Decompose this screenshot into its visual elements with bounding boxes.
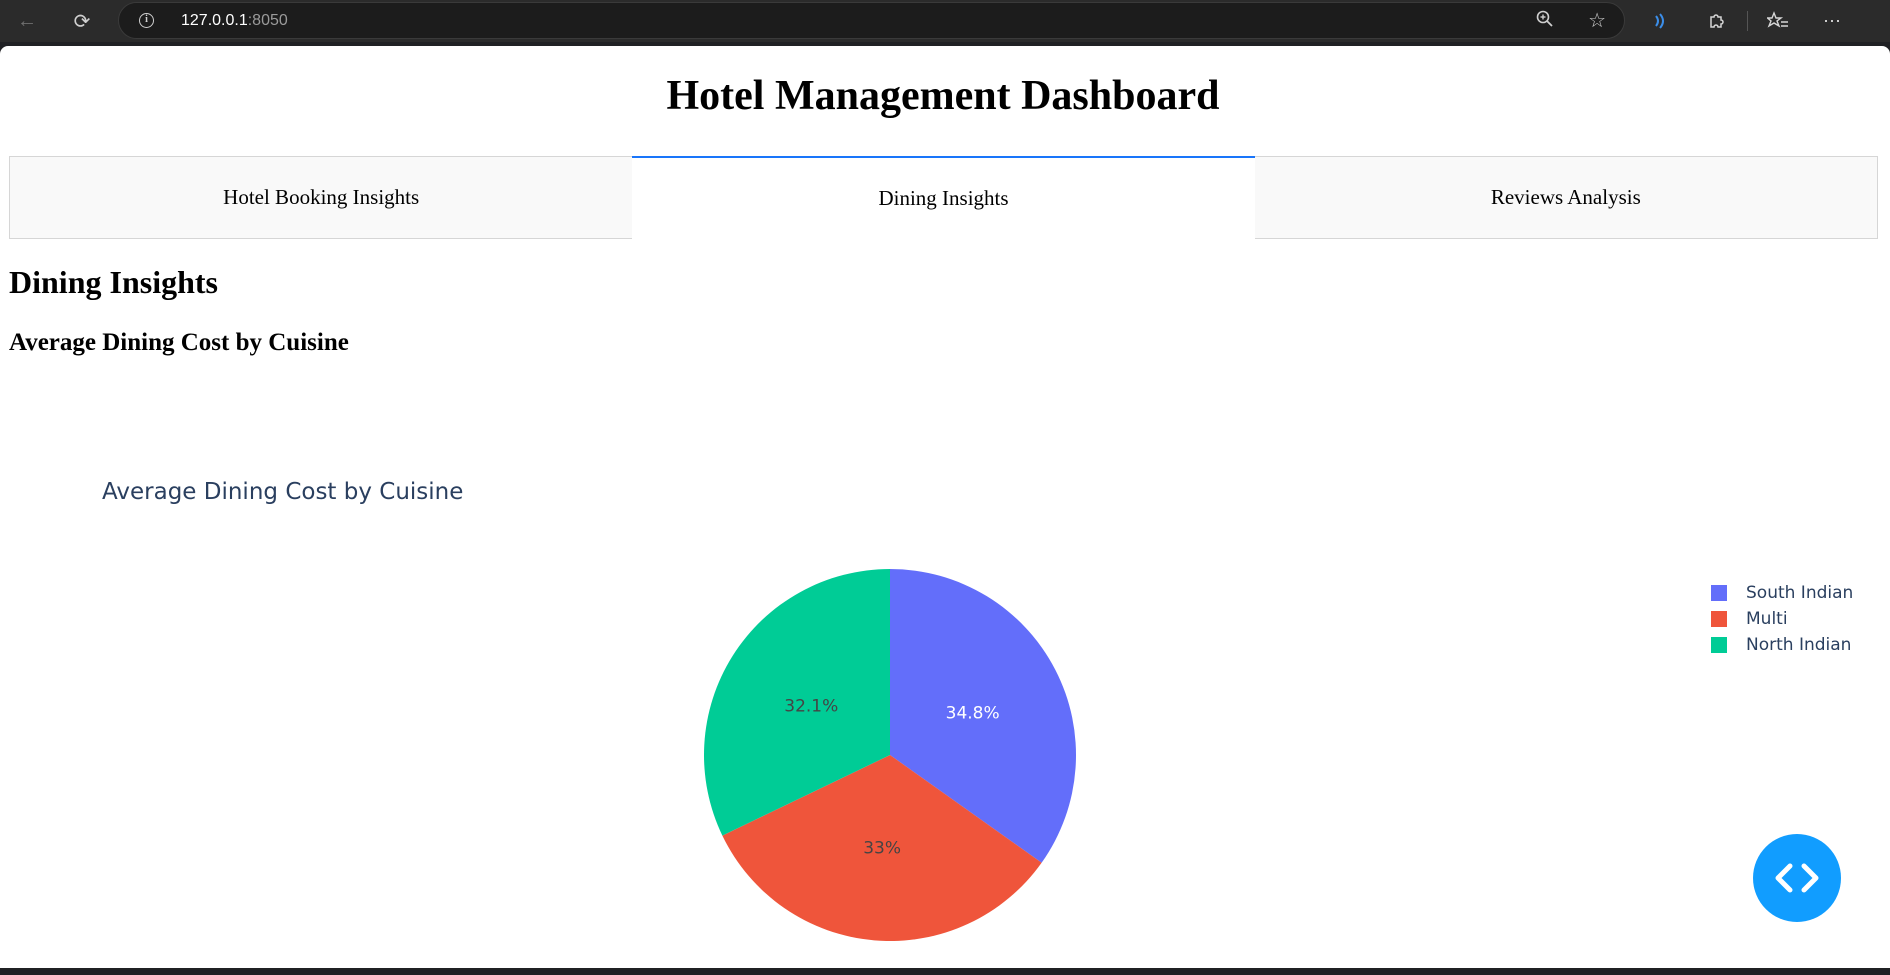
pie-chart-svg[interactable]: 34.8% 33% 32.1% — [0, 396, 1890, 968]
code-icon — [1775, 863, 1819, 893]
star-icon[interactable]: ☆ — [1588, 8, 1606, 33]
browser-toolbar: ← ⟳ i 127.0.0.1:8050 ☆ ⋯ — [0, 0, 1890, 42]
url-port: :8050 — [247, 12, 288, 29]
puzzle-icon[interactable] — [1704, 8, 1730, 34]
page-content: Hotel Management Dashboard Hotel Booking… — [0, 46, 1890, 968]
chart-heading: Average Dining Cost by Cuisine — [9, 329, 349, 356]
debug-menu-button[interactable] — [1753, 834, 1841, 922]
legend-label: South Indian — [1746, 583, 1854, 603]
section-title: Dining Insights — [9, 264, 218, 300]
legend-item[interactable]: South Indian — [1711, 580, 1853, 606]
legend-label: Multi — [1746, 609, 1788, 629]
reload-icon[interactable]: ⟳ — [69, 8, 95, 34]
zoom-icon[interactable] — [1536, 10, 1554, 33]
legend-item[interactable]: North Indian — [1711, 632, 1853, 658]
page-title: Hotel Management Dashboard — [666, 73, 1220, 119]
toolbar-divider — [1747, 11, 1748, 31]
tab-reviews-analysis[interactable]: Reviews Analysis — [1254, 156, 1878, 239]
pie-chart[interactable]: Average Dining Cost by Cuisine 34.8% 33% 3… — [0, 396, 1890, 968]
legend-swatch — [1711, 585, 1727, 601]
back-arrow-icon[interactable]: ← — [14, 8, 40, 34]
chart-legend: South Indian Multi North Indian — [1711, 580, 1853, 658]
legend-swatch — [1711, 637, 1727, 653]
address-bar[interactable]: i 127.0.0.1:8050 ☆ — [118, 2, 1625, 39]
tab-bar: Hotel Booking Insights Dining Insights R… — [9, 156, 1878, 239]
legend-label: North Indian — [1746, 635, 1852, 655]
tab-hotel-booking-insights[interactable]: Hotel Booking Insights — [9, 156, 633, 239]
pie-slice-label: 34.8% — [946, 703, 1000, 723]
url-host: 127.0.0.1 — [181, 12, 248, 29]
more-icon[interactable]: ⋯ — [1819, 8, 1845, 34]
tab-dining-insights[interactable]: Dining Insights — [632, 156, 1255, 239]
read-aloud-icon[interactable] — [1649, 8, 1675, 34]
info-icon[interactable]: i — [139, 13, 154, 28]
favorites-list-icon[interactable] — [1765, 8, 1791, 34]
pie-slice-label: 32.1% — [784, 696, 838, 716]
url-text[interactable]: 127.0.0.1:8050 — [181, 12, 288, 30]
legend-swatch — [1711, 611, 1727, 627]
pie-slice-label: 33% — [863, 839, 901, 859]
legend-item[interactable]: Multi — [1711, 606, 1853, 632]
